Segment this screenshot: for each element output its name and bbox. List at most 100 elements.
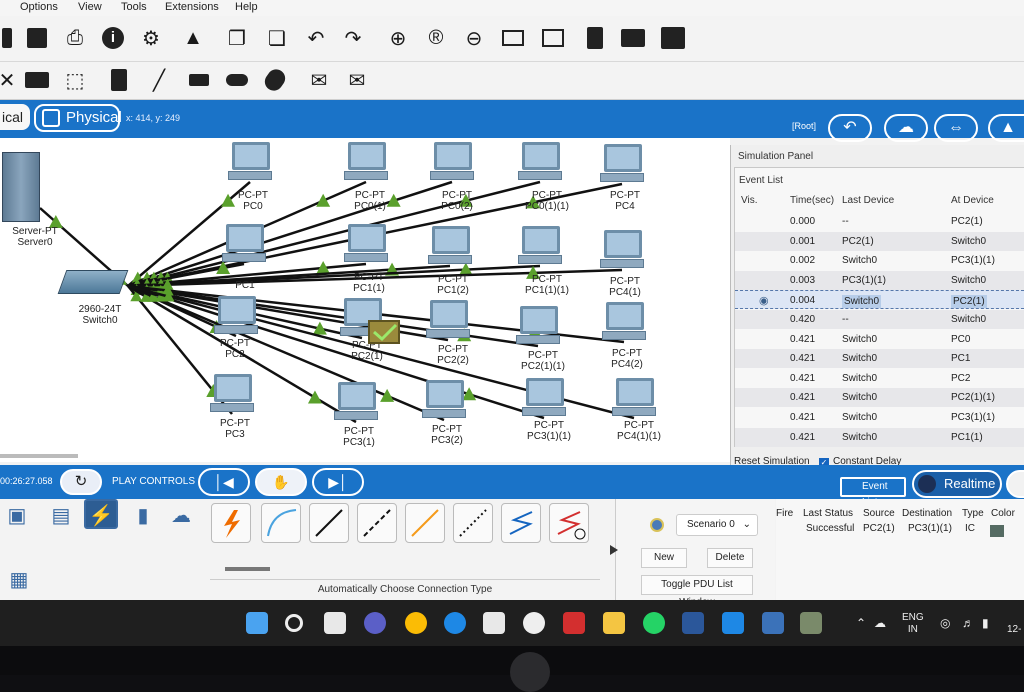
root-label[interactable]: [Root] bbox=[792, 121, 816, 131]
simulation-mode-button[interactable] bbox=[1006, 470, 1024, 498]
info-icon[interactable]: i bbox=[100, 26, 126, 50]
edge-icon[interactable] bbox=[444, 612, 466, 634]
realtime-button[interactable]: Realtime bbox=[912, 470, 1002, 498]
step-forward-button[interactable]: ▶│ bbox=[312, 468, 364, 496]
packet-tracer-icon[interactable] bbox=[800, 612, 822, 634]
device-pc3-1[interactable] bbox=[334, 382, 404, 422]
move-object-button[interactable]: ⇔ bbox=[934, 114, 978, 142]
cloud-icon[interactable] bbox=[660, 26, 686, 50]
line-icon[interactable]: ╱ bbox=[146, 68, 172, 92]
event-row[interactable]: 0.003 PC3(1)(1) Switch0 bbox=[735, 270, 1024, 290]
serial-dce-icon[interactable] bbox=[501, 503, 541, 543]
device-pc2-2[interactable] bbox=[426, 300, 496, 340]
connection-scroll[interactable] bbox=[225, 567, 270, 571]
zoom-out-icon[interactable]: ⊖ bbox=[461, 26, 487, 50]
device-pc3-1-1[interactable] bbox=[522, 378, 592, 418]
network-devices-icon[interactable]: ▤ bbox=[44, 501, 78, 531]
tab-logical[interactable]: ical bbox=[0, 104, 30, 130]
custom-device-icon[interactable] bbox=[540, 26, 566, 50]
activity-wizard-icon[interactable]: ▲ bbox=[180, 26, 206, 50]
search-icon[interactable] bbox=[285, 614, 303, 632]
cloud-category-icon[interactable]: ☁ bbox=[164, 501, 198, 531]
notepad-icon[interactable] bbox=[762, 612, 784, 634]
paste-icon[interactable]: ❏ bbox=[264, 26, 290, 50]
fiber-cable-icon[interactable] bbox=[405, 503, 445, 543]
col-time[interactable]: Time(sec) bbox=[790, 195, 834, 206]
device-server0[interactable] bbox=[2, 152, 72, 222]
device-pc4-1[interactable] bbox=[600, 230, 670, 270]
device-pc2[interactable] bbox=[214, 296, 284, 336]
connections-category-icon[interactable]: ⚡ bbox=[84, 499, 118, 529]
device-pc0[interactable] bbox=[228, 142, 298, 182]
step-back-button[interactable]: │◀ bbox=[198, 468, 250, 496]
word-icon[interactable] bbox=[682, 612, 704, 634]
freeform-icon[interactable] bbox=[261, 65, 289, 95]
simple-pdu-icon[interactable]: ✉ bbox=[306, 68, 332, 92]
complex-pdu-icon[interactable]: ✉ bbox=[344, 68, 370, 92]
event-row[interactable]: 0.421 Switch0 PC0 bbox=[735, 330, 1024, 349]
battery-icon[interactable]: ▮ bbox=[982, 616, 989, 630]
scenario-select[interactable]: Scenario 0 ⌄ bbox=[676, 514, 758, 536]
document-icon[interactable] bbox=[582, 26, 608, 50]
tab-physical[interactable]: Physical bbox=[34, 104, 122, 132]
folder-icon[interactable]: ▮ bbox=[126, 501, 160, 531]
redo-icon[interactable]: ↷ bbox=[340, 26, 366, 50]
save-icon[interactable] bbox=[24, 26, 50, 50]
device-pc4-2[interactable] bbox=[602, 302, 672, 342]
menu-view[interactable]: View bbox=[78, 1, 102, 13]
device-pc0-2[interactable] bbox=[430, 142, 500, 182]
event-row[interactable]: 0.420 -- Switch0 bbox=[735, 310, 1024, 329]
back-button[interactable]: ↶ bbox=[828, 114, 872, 142]
device-pc3[interactable] bbox=[210, 374, 280, 414]
crossover-cable-icon[interactable] bbox=[357, 503, 397, 543]
topology-canvas[interactable]: Server-PT Server0 2960-24T Switch0 PC-PT PC0 P… bbox=[0, 138, 730, 462]
whatsapp-icon[interactable] bbox=[643, 612, 665, 634]
undo-icon[interactable]: ↶ bbox=[303, 26, 329, 50]
delete-icon[interactable] bbox=[24, 68, 50, 92]
event-row[interactable]: 0.421 Switch0 PC1(1) bbox=[735, 427, 1024, 447]
event-row[interactable]: 0.001 PC2(1) Switch0 bbox=[735, 231, 1024, 251]
select-icon[interactable]: ✕ bbox=[0, 68, 20, 92]
chrome-icon[interactable] bbox=[405, 612, 427, 634]
new-scenario-button[interactable]: New bbox=[641, 548, 687, 568]
mcafee-icon[interactable] bbox=[563, 612, 585, 634]
drawing-palette-icon[interactable] bbox=[500, 26, 526, 50]
store-icon[interactable] bbox=[483, 612, 505, 634]
server-rack-icon[interactable] bbox=[620, 26, 646, 50]
device-pc1-1-1[interactable] bbox=[518, 226, 588, 266]
event-row[interactable]: ◉ 0.004 Switch0 PC2(1) bbox=[735, 290, 1024, 310]
col-vis[interactable]: Vis. bbox=[741, 195, 758, 206]
event-row[interactable]: 0.000 -- PC2(1) bbox=[735, 212, 1024, 231]
device-switch0[interactable] bbox=[57, 270, 132, 294]
event-list-button[interactable]: Event List bbox=[840, 477, 906, 508]
windows-start-icon[interactable] bbox=[246, 612, 268, 634]
scenario-info-icon[interactable] bbox=[650, 518, 664, 532]
power-cycle-button[interactable]: ↻ bbox=[60, 469, 102, 495]
pdu-list-expand-icon[interactable] bbox=[610, 545, 618, 555]
menu-extensions[interactable]: Extensions bbox=[165, 1, 219, 13]
device-pc0-1[interactable] bbox=[344, 142, 414, 182]
event-row[interactable]: 0.421 Switch0 PC1 bbox=[735, 349, 1024, 369]
device-pc3-2[interactable] bbox=[422, 380, 492, 420]
device-pc2-1-1[interactable] bbox=[516, 306, 586, 346]
pdu-row[interactable]: Successful PC2(1) PC3(1)(1) IC bbox=[790, 521, 1020, 539]
zoom-in-icon[interactable]: ⊕ bbox=[385, 26, 411, 50]
task-view-icon[interactable] bbox=[324, 612, 346, 634]
straight-through-cable-icon[interactable] bbox=[309, 503, 349, 543]
rectangle-icon[interactable] bbox=[186, 68, 212, 92]
menu-options[interactable]: Options bbox=[20, 1, 58, 13]
device-pc1-2[interactable] bbox=[428, 226, 498, 266]
network-icon[interactable]: ◎ bbox=[940, 616, 950, 630]
chevron-up-icon[interactable]: ⌃ bbox=[856, 616, 866, 630]
serial-dte-icon[interactable] bbox=[549, 503, 589, 543]
partial-icon[interactable] bbox=[0, 26, 20, 50]
toggle-pdu-list-button[interactable]: Toggle PDU List Window bbox=[641, 575, 753, 600]
canvas-scrollbar[interactable] bbox=[0, 454, 78, 458]
onedrive-icon[interactable]: ☁ bbox=[874, 616, 886, 630]
language-indicator[interactable]: ENG IN bbox=[902, 612, 924, 636]
pdu-envelope-icon[interactable] bbox=[368, 320, 400, 344]
delete-scenario-button[interactable]: Delete bbox=[707, 548, 753, 568]
event-row[interactable]: 0.002 Switch0 PC3(1)(1) bbox=[735, 251, 1024, 270]
play-button[interactable]: ✋ bbox=[255, 468, 307, 496]
end-devices-icon[interactable]: ▣ bbox=[0, 501, 34, 531]
